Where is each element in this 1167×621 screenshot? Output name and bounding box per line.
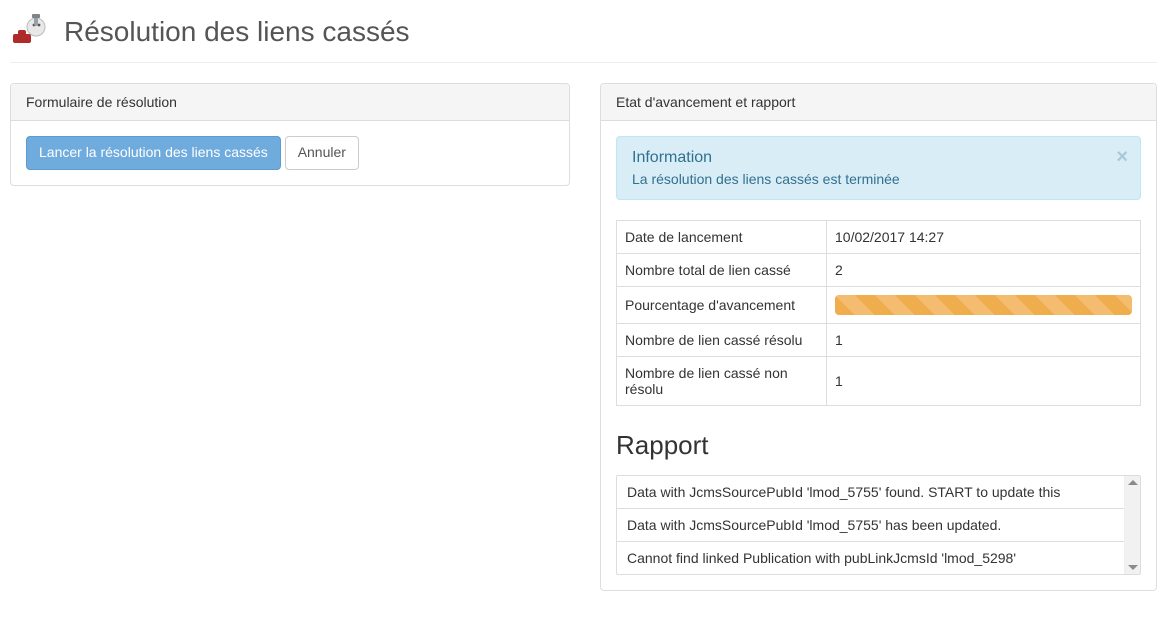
- launch-date-label: Date de lancement: [617, 221, 827, 254]
- total-value: 2: [827, 254, 1141, 287]
- close-icon[interactable]: ×: [1116, 147, 1128, 167]
- launch-date-value: 10/02/2017 14:27: [827, 221, 1141, 254]
- scrollbar[interactable]: [1124, 476, 1140, 574]
- form-panel-title: Formulaire de résolution: [11, 84, 569, 121]
- table-row: Date de lancement 10/02/2017 14:27: [617, 221, 1141, 254]
- form-panel: Formulaire de résolution Lancer la résol…: [10, 83, 570, 186]
- progress-bar-track: [835, 295, 1132, 315]
- progress-bar-fill: [835, 295, 1132, 315]
- progress-label: Pourcentage d'avancement: [617, 287, 827, 324]
- report-box: Data with JcmsSourcePubId 'lmod_5755' fo…: [616, 475, 1141, 575]
- toolbox-icon: [10, 12, 50, 52]
- cancel-button[interactable]: Annuler: [285, 136, 359, 170]
- unresolved-label: Nombre de lien cassé non résolu: [617, 357, 827, 406]
- report-item: Cannot find linked Publication with pubL…: [617, 542, 1124, 574]
- resolved-label: Nombre de lien cassé résolu: [617, 324, 827, 357]
- table-row: Nombre de lien cassé résolu 1: [617, 324, 1141, 357]
- table-row: Nombre de lien cassé non résolu 1: [617, 357, 1141, 406]
- report-heading: Rapport: [616, 430, 1141, 461]
- total-label: Nombre total de lien cassé: [617, 254, 827, 287]
- status-panel-title: Etat d'avancement et rapport: [601, 84, 1156, 121]
- status-panel: Etat d'avancement et rapport Information…: [600, 83, 1157, 591]
- info-alert-message: La résolution des liens cassés est termi…: [632, 171, 1106, 187]
- table-row: Pourcentage d'avancement: [617, 287, 1141, 324]
- launch-button[interactable]: Lancer la résolution des liens cassés: [26, 136, 281, 170]
- report-item: Data with JcmsSourcePubId 'lmod_5755' ha…: [617, 509, 1124, 542]
- status-table: Date de lancement 10/02/2017 14:27 Nombr…: [616, 220, 1141, 406]
- report-item: Data with JcmsSourcePubId 'lmod_5755' fo…: [617, 476, 1124, 509]
- info-alert-title: Information: [632, 149, 1106, 167]
- progress-cell: [827, 287, 1141, 324]
- unresolved-value: 1: [827, 357, 1141, 406]
- table-row: Nombre total de lien cassé 2: [617, 254, 1141, 287]
- page-title: Résolution des liens cassés: [64, 16, 410, 48]
- info-alert: Information La résolution des liens cass…: [616, 136, 1141, 200]
- resolved-value: 1: [827, 324, 1141, 357]
